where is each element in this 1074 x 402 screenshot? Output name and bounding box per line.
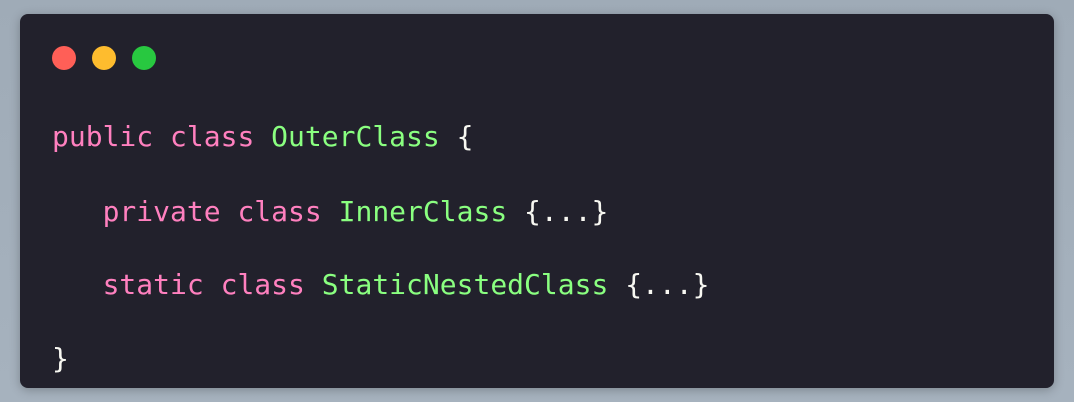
code-punctuation: {...} xyxy=(524,195,609,228)
code-punctuation: {...} xyxy=(625,268,710,301)
code-punctuation: } xyxy=(52,342,69,375)
code-keyword: class xyxy=(170,120,255,153)
code-punctuation: { xyxy=(456,120,474,153)
code-keyword: static xyxy=(102,268,204,301)
code-keyword: class xyxy=(220,268,305,301)
code-line: private class InnerClass {...} xyxy=(52,195,609,228)
code-class-name: StaticNestedClass xyxy=(321,268,609,301)
window-controls xyxy=(52,46,156,70)
code-block: public class OuterClass { private class … xyxy=(52,112,709,382)
code-line: public class OuterClass { xyxy=(52,122,473,152)
code-class-name: OuterClass xyxy=(271,120,440,153)
code-line: } xyxy=(52,344,69,374)
minimize-button[interactable] xyxy=(92,46,116,70)
code-class-name: InnerClass xyxy=(338,195,508,228)
close-button[interactable] xyxy=(52,46,76,70)
code-keyword: public xyxy=(52,120,154,153)
code-keyword: class xyxy=(237,195,322,228)
code-line: static class StaticNestedClass {...} xyxy=(52,268,710,301)
code-keyword: private xyxy=(102,195,221,228)
zoom-button[interactable] xyxy=(132,46,156,70)
code-window: public class OuterClass { private class … xyxy=(20,14,1054,388)
